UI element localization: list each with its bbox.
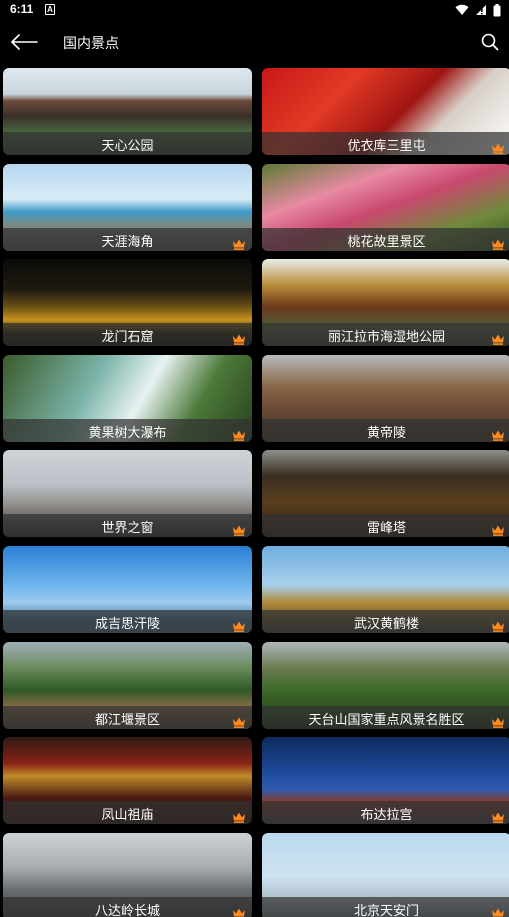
crown-icon — [232, 713, 246, 728]
spot-card[interactable]: 北京天安门 — [262, 832, 509, 917]
spot-caption-bar: 丽江拉市海湿地公园 — [262, 323, 509, 347]
spot-name: 天台山国家重点风景名胜区 — [308, 712, 465, 728]
crown-icon — [232, 808, 246, 824]
status-time: 6:11 — [10, 2, 34, 16]
spot-caption-bar: 桃花故里景区 — [262, 227, 509, 251]
search-icon — [481, 33, 499, 51]
spot-card[interactable]: 天涯海角 — [3, 163, 252, 251]
status-bar: 6:11 A — [0, 0, 509, 20]
spot-name: 优衣库三里屯 — [347, 139, 426, 154]
spot-card[interactable]: 龙门石窟 — [3, 259, 252, 347]
spot-name: 世界之窗 — [101, 521, 154, 537]
spot-card[interactable]: 桃花故里景区 — [262, 163, 509, 251]
crown-icon — [491, 713, 505, 728]
spot-caption-bar: 黄帝陵 — [262, 418, 509, 442]
crown-icon — [491, 330, 505, 346]
spot-caption-bar: 成吉思汗陵 — [3, 610, 252, 633]
spot-card[interactable]: 都江堰景区 — [3, 641, 252, 729]
spot-card[interactable]: 天心公园 — [3, 68, 252, 155]
crown-icon — [491, 904, 505, 917]
spot-card[interactable]: 布达拉宫 — [262, 737, 509, 825]
battery-icon — [493, 3, 501, 16]
spot-card[interactable]: 凤山祖庙 — [3, 737, 252, 825]
crown-icon — [232, 617, 246, 632]
crown-icon — [232, 235, 246, 250]
spot-card[interactable]: 世界之窗 — [3, 450, 252, 538]
spot-caption-bar: 都江堰景区 — [3, 705, 252, 729]
spot-caption-bar: 天涯海角 — [3, 227, 252, 251]
spot-caption-bar: 北京天安门 — [262, 896, 509, 917]
crown-icon — [232, 904, 246, 917]
spot-name: 桃花故里景区 — [347, 234, 426, 250]
spot-name: 都江堰景区 — [94, 712, 160, 728]
spot-caption-bar: 天台山国家重点风景名胜区 — [262, 705, 509, 729]
crown-icon — [232, 426, 246, 441]
spot-name: 黄果树大瀑布 — [88, 425, 167, 441]
signal-icon — [476, 5, 486, 15]
spot-name: 八达岭长城 — [94, 903, 160, 917]
spot-name: 龙门石窟 — [101, 330, 154, 346]
spot-card[interactable]: 黄帝陵 — [262, 354, 509, 442]
spot-card[interactable]: 成吉思汗陵 — [3, 546, 252, 633]
wifi-icon — [455, 4, 469, 16]
spot-caption-bar: 天心公园 — [3, 132, 252, 155]
spot-card[interactable]: 八达岭长城 — [3, 832, 252, 917]
spot-caption-bar: 八达岭长城 — [3, 896, 252, 917]
crown-icon — [491, 139, 505, 154]
spot-caption-bar: 世界之窗 — [3, 514, 252, 538]
spot-name: 凤山祖庙 — [101, 808, 154, 824]
back-button[interactable] — [8, 29, 40, 55]
crown-icon — [491, 521, 505, 537]
spot-card[interactable]: 武汉黄鹤楼 — [262, 546, 509, 633]
page-title: 国内景点 — [63, 36, 119, 52]
spot-name: 黄帝陵 — [366, 425, 406, 441]
crown-icon — [491, 808, 505, 824]
spot-card[interactable]: 天台山国家重点风景名胜区 — [262, 641, 509, 729]
spot-name: 武汉黄鹤楼 — [353, 617, 419, 632]
crown-icon — [232, 521, 246, 537]
spot-name: 布达拉宫 — [360, 808, 413, 824]
spot-card[interactable]: 黄果树大瀑布 — [3, 354, 252, 442]
crown-icon — [232, 330, 246, 346]
notification-a-icon: A — [45, 4, 55, 15]
status-icons — [455, 3, 501, 17]
spot-card[interactable]: 雷峰塔 — [262, 450, 509, 538]
arrow-left-icon — [11, 34, 38, 50]
spot-caption-bar: 龙门石窟 — [3, 323, 252, 347]
spot-name: 天涯海角 — [101, 234, 154, 250]
crown-icon — [491, 617, 505, 632]
spot-name: 北京天安门 — [353, 903, 419, 917]
spot-caption-bar: 优衣库三里屯 — [262, 132, 509, 155]
spot-caption-bar: 凤山祖庙 — [3, 801, 252, 825]
search-button[interactable] — [477, 29, 503, 55]
crown-icon — [491, 426, 505, 441]
spot-caption-bar: 布达拉宫 — [262, 801, 509, 825]
crown-icon — [491, 235, 505, 250]
spot-name: 成吉思汗陵 — [94, 617, 160, 632]
spot-caption-bar: 黄果树大瀑布 — [3, 418, 252, 442]
spot-card[interactable]: 丽江拉市海湿地公园 — [262, 259, 509, 347]
spot-name: 雷峰塔 — [366, 521, 406, 537]
app-bar: 国内景点 — [0, 20, 509, 64]
spot-card[interactable]: 优衣库三里屯 — [262, 68, 509, 155]
spot-name: 天心公园 — [101, 139, 154, 154]
spot-caption-bar: 武汉黄鹤楼 — [262, 610, 509, 633]
spot-caption-bar: 雷峰塔 — [262, 514, 509, 538]
spot-name: 丽江拉市海湿地公园 — [327, 330, 445, 346]
